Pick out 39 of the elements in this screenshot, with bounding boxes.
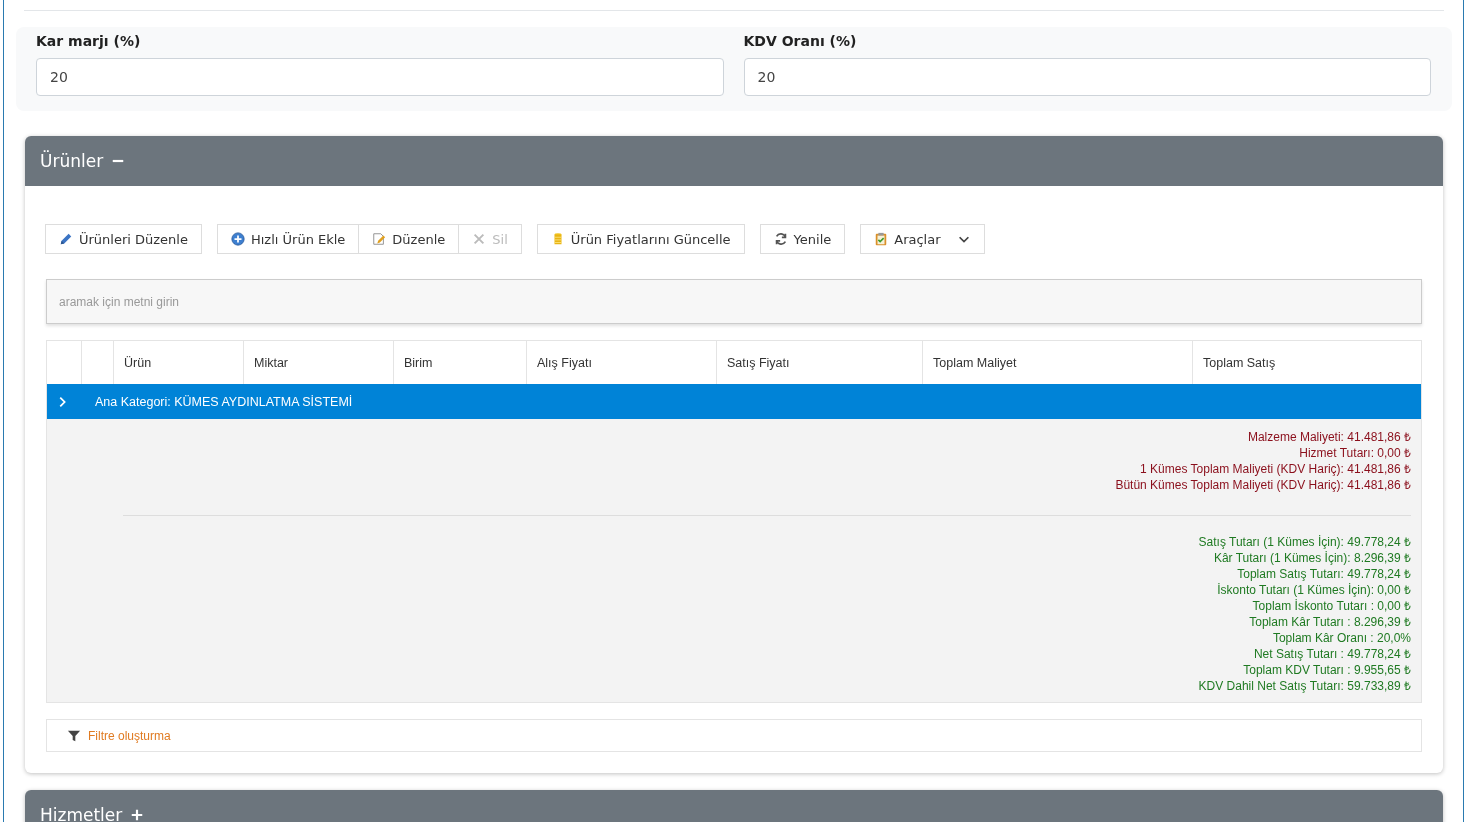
sales-summary-line: Toplam KDV Tutarı : 9.955,65 ₺ (1243, 662, 1411, 678)
group-row[interactable]: Ana Kategori: KÜMES AYDINLATMA SİSTEMİ (47, 384, 1421, 419)
expand-icon[interactable] (130, 808, 145, 822)
document-pencil-icon (372, 232, 387, 246)
panel-header[interactable]: Hizmetler (25, 790, 1443, 822)
plus-circle-icon (230, 232, 245, 246)
toolbar-button[interactable]: Hızlı Ürün Ekle (216, 224, 360, 254)
sales-summary-line: İskonto Tutarı (1 Kümes İçin): 0,00 ₺ (1217, 582, 1411, 598)
input-field[interactable]: 20 (743, 58, 1431, 96)
sales-summary-line: Toplam İskonto Tutarı : 0,00 ₺ (1252, 598, 1411, 614)
group-label: Ana Kategori: KÜMES AYDINLATMA SİSTEMİ (95, 394, 353, 409)
toolbar-button[interactable]: Araçlar (860, 224, 985, 254)
panel-title: Hizmetler (40, 805, 123, 822)
input-field[interactable]: 20 (36, 58, 724, 96)
toolbar-button[interactable]: Ürün Fiyatlarını Güncelle (536, 224, 745, 254)
pencil-icon (59, 232, 73, 246)
panel-header[interactable]: Ürünler (25, 136, 1443, 186)
clipboard-check-icon (874, 232, 889, 246)
field-label: Kar marjı (%) (36, 33, 142, 49)
toolbar-button[interactable]: Düzenle (358, 224, 460, 254)
sales-summary-line: Satış Tutarı (1 Kümes İçin): 49.778,24 ₺ (1198, 534, 1411, 550)
panel-title: Ürünler (40, 151, 104, 171)
sales-summary-line: KDV Dahil Net Satış Tutarı: 59.733,89 ₺ (1198, 678, 1411, 694)
refresh-icon (773, 232, 788, 246)
sales-summary-line: Toplam Kâr Oranı : 20,0% (1272, 630, 1411, 646)
field-label: KDV Oranı (%) (743, 33, 858, 49)
cost-summary-line: Bütün Kümes Toplam Maliyeti (KDV Hariç): 41.481,86 ₺ (1115, 477, 1411, 493)
cost-summary-line: Malzeme Maliyeti: 41.481,86 ₺ (1247, 429, 1411, 445)
toolbar-button[interactable]: Ürünleri Düzenle (45, 224, 202, 254)
toolbar-button[interactable]: Yenile (759, 224, 846, 254)
close-icon (472, 232, 487, 246)
search-field[interactable]: aramak için metni girin (46, 279, 1422, 324)
cost-summary-line: 1 Kümes Toplam Maliyeti (KDV Hariç): 41.481,86 ₺ (1140, 461, 1411, 477)
sales-summary-line: Net Satış Tutarı : 49.778,24 ₺ (1253, 646, 1411, 662)
filter-icon (67, 728, 81, 743)
sales-summary-line: Toplam Satış Tutarı: 49.778,24 ₺ (1237, 566, 1411, 582)
cost-summary-line: Hizmet Tutarı: 0,00 ₺ (1299, 445, 1411, 461)
sales-summary-line: Toplam Kâr Tutarı : 8.296,39 ₺ (1249, 614, 1411, 630)
sales-summary-line: Kâr Tutarı (1 Kümes İçin): 8.296,39 ₺ (1213, 550, 1411, 566)
